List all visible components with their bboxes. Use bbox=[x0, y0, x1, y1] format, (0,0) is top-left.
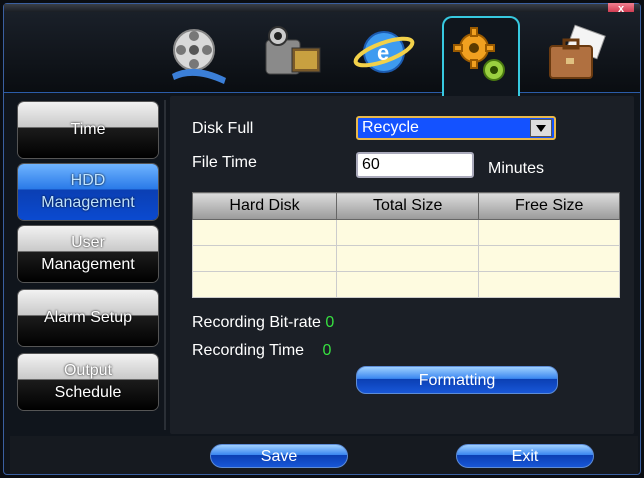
table-cell bbox=[191, 245, 338, 272]
sidebar-item-time[interactable]: Time bbox=[18, 102, 158, 158]
sidebar-item-label: HDD bbox=[70, 172, 106, 189]
file-time-unit: Minutes bbox=[488, 160, 545, 177]
chevron-down-icon[interactable] bbox=[530, 119, 552, 137]
table-row[interactable] bbox=[191, 219, 620, 246]
disk-full-value: Recycle bbox=[362, 119, 419, 136]
table-cell bbox=[191, 271, 338, 298]
file-time-input[interactable]: 60 bbox=[356, 152, 474, 178]
hard-disk-table: Hard Disk Total Size Free Size bbox=[191, 192, 620, 298]
table-cell bbox=[336, 219, 480, 246]
hdd-management-panel: Disk Full Recycle File Time 60 Minutes H… bbox=[170, 96, 634, 434]
recording-bitrate-text: Recording Bit-rate bbox=[192, 314, 321, 331]
table-cell bbox=[191, 219, 338, 246]
disk-full-select[interactable]: Recycle bbox=[356, 116, 556, 140]
recording-bitrate-value: 0 bbox=[325, 314, 335, 331]
table-cell bbox=[336, 271, 480, 298]
recording-time-label: Recording Time 0 bbox=[192, 342, 331, 360]
sidebar-item-hdd-management[interactable]: HDD Management bbox=[18, 164, 158, 220]
formatting-button[interactable]: Formatting bbox=[356, 366, 558, 394]
sidebar-item-label: Output bbox=[63, 362, 113, 379]
briefcase-icon[interactable] bbox=[540, 22, 610, 86]
svg-text:e: e bbox=[377, 40, 389, 65]
exit-button[interactable]: Exit bbox=[456, 444, 594, 468]
table-cell bbox=[478, 219, 620, 246]
sidebar-item-output-schedule[interactable]: Output Schedule bbox=[18, 354, 158, 410]
disk-full-label: Disk Full bbox=[192, 120, 254, 137]
sidebar: Time HDD Management User Management Alar… bbox=[10, 92, 160, 422]
table-row[interactable] bbox=[191, 271, 620, 298]
sidebar-item-label: Management bbox=[41, 194, 135, 211]
column-header-hard-disk: Hard Disk bbox=[191, 192, 338, 220]
sidebar-item-label: Alarm Setup bbox=[43, 309, 133, 326]
column-header-total-size: Total Size bbox=[336, 192, 480, 220]
sidebar-item-label: Schedule bbox=[54, 384, 122, 401]
app-frame: x e Time HDD Management User Management … bbox=[0, 0, 644, 478]
sidebar-item-label: Management bbox=[41, 256, 135, 273]
column-header-free-size: Free Size bbox=[478, 192, 620, 220]
table-cell bbox=[478, 271, 620, 298]
sidebar-item-alarm-setup[interactable]: Alarm Setup bbox=[18, 290, 158, 346]
save-button[interactable]: Save bbox=[210, 444, 348, 468]
sidebar-item-label: Time bbox=[70, 121, 106, 138]
table-cell bbox=[478, 245, 620, 272]
title-bar bbox=[4, 4, 640, 12]
camera-icon[interactable] bbox=[258, 22, 328, 86]
recording-time-value: 0 bbox=[322, 342, 332, 359]
bottom-bar: Save Exit bbox=[10, 436, 638, 474]
sidebar-divider bbox=[164, 100, 166, 430]
table-row[interactable] bbox=[191, 245, 620, 272]
sidebar-item-label: User bbox=[71, 234, 105, 251]
sidebar-item-user-management[interactable]: User Management bbox=[18, 226, 158, 282]
record-icon[interactable] bbox=[164, 22, 234, 86]
top-icon-bar: e bbox=[4, 12, 640, 98]
recording-bitrate-label: Recording Bit-rate 0 bbox=[192, 314, 334, 332]
table-cell bbox=[336, 245, 480, 272]
file-time-label: File Time bbox=[192, 154, 257, 171]
recording-time-text: Recording Time bbox=[192, 342, 305, 359]
settings-gears-icon[interactable] bbox=[442, 16, 520, 98]
network-icon[interactable]: e bbox=[350, 22, 420, 86]
settings-window: x e Time HDD Management User Management … bbox=[3, 3, 641, 475]
